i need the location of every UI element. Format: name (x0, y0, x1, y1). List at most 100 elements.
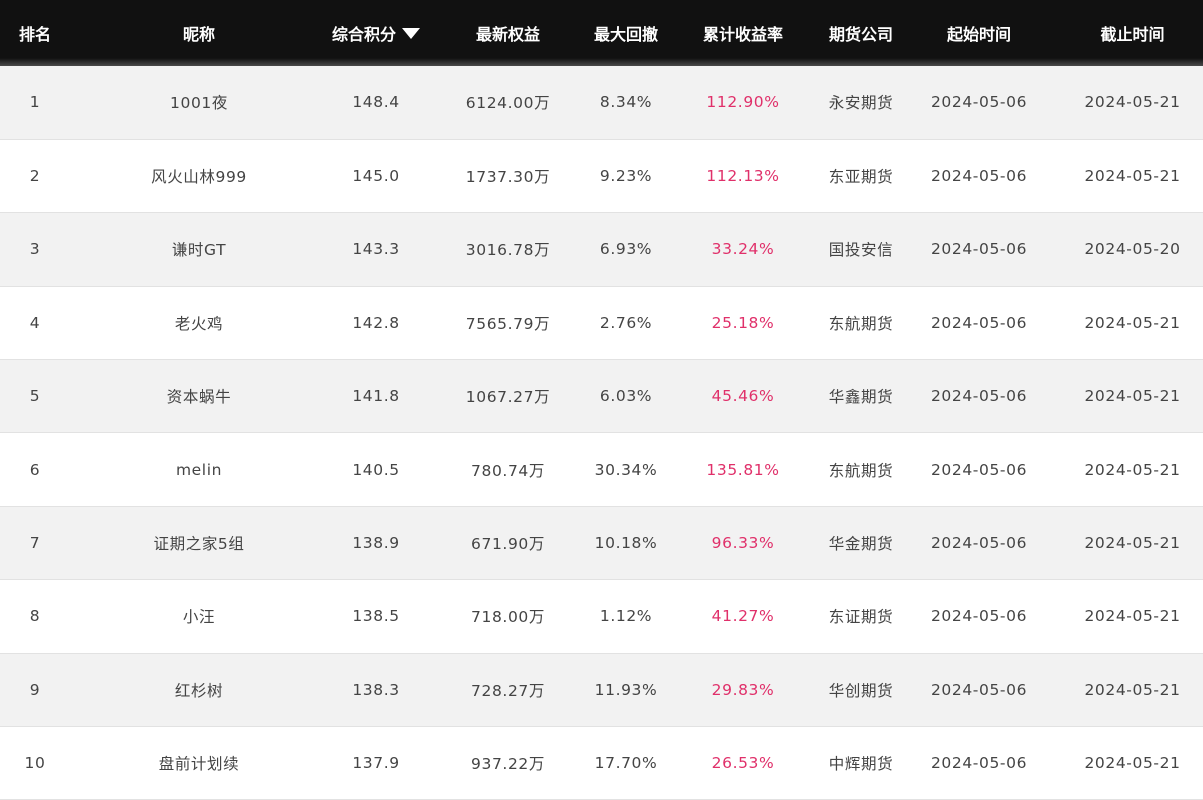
equity-cell: 1737.30万 (465, 168, 551, 187)
broker-cell: 东亚期货 (828, 168, 894, 187)
end-date-cell: 2024-05-21 (1084, 607, 1181, 626)
header-score[interactable]: 综合积分 (328, 0, 424, 66)
drawdown-cell: 8.34% (599, 93, 653, 112)
rank-cell: 4 (29, 313, 41, 332)
end-date-cell: 2024-05-21 (1084, 93, 1181, 112)
table-body: 1 1001夜 148.4 6124.00万 8.34% 112.90% 永安期货 2024-… (0, 66, 1203, 800)
rank-cell: 1 (29, 93, 41, 112)
return-cell: 112.13% (706, 167, 780, 186)
end-date-cell: 2024-05-21 (1084, 313, 1181, 332)
start-date-cell: 2024-05-06 (930, 240, 1028, 259)
nickname-cell[interactable]: 老火鸡 (70, 286, 328, 359)
nickname-cell[interactable]: 小汪 (70, 580, 328, 653)
broker-cell: 华金期货 (828, 535, 894, 554)
rank-cell: 10 (24, 754, 46, 773)
nickname-cell[interactable]: 1001夜 (70, 66, 328, 139)
table-row[interactable]: 2 风火山林999 145.0 1737.30万 9.23% 112.13% 东亚期货 202… (0, 139, 1203, 213)
score-cell: 137.9 (352, 754, 400, 773)
header-return[interactable]: 累计收益率 (660, 0, 826, 66)
table-row[interactable]: 1 1001夜 148.4 6124.00万 8.34% 112.90% 永安期货 2024-… (0, 66, 1203, 140)
end-date-cell: 2024-05-21 (1084, 754, 1181, 773)
header-row: 排名 昵称 综合积分 最新权益 最大回撤 累计收益率 期货公司 起始时间 截止时… (0, 0, 1203, 66)
end-date-cell: 2024-05-21 (1084, 534, 1181, 553)
start-date-cell: 2024-05-06 (930, 387, 1028, 406)
header-equity[interactable]: 最新权益 (424, 0, 592, 66)
drawdown-cell: 11.93% (594, 680, 658, 699)
nickname-cell[interactable]: 红杉树 (70, 653, 328, 726)
rank-cell: 8 (29, 607, 41, 626)
header-end-date[interactable]: 截止时间 (1062, 0, 1203, 66)
table-row[interactable]: 9 红杉树 138.3 728.27万 11.93% 29.83% 华创期货 2024-05-… (0, 653, 1203, 727)
equity-cell: 1067.27万 (465, 388, 551, 407)
ranking-table: 排名 昵称 综合积分 最新权益 最大回撤 累计收益率 期货公司 起始时间 截止时… (0, 0, 1203, 800)
drawdown-cell: 2.76% (599, 313, 653, 332)
rank-cell: 2 (29, 167, 41, 186)
start-date-cell: 2024-05-06 (930, 534, 1028, 553)
return-cell: 26.53% (711, 754, 775, 773)
broker-cell: 华鑫期货 (828, 388, 894, 407)
broker-cell: 国投安信 (828, 241, 894, 260)
table-header: 排名 昵称 综合积分 最新权益 最大回撤 累计收益率 期货公司 起始时间 截止时… (0, 0, 1203, 66)
equity-cell: 780.74万 (471, 461, 545, 480)
sort-descending-icon[interactable] (402, 28, 420, 39)
start-date-cell: 2024-05-06 (930, 607, 1028, 626)
rank-cell: 7 (29, 534, 41, 553)
end-date-cell: 2024-05-21 (1084, 167, 1181, 186)
end-date-cell: 2024-05-21 (1084, 460, 1181, 479)
broker-cell: 中辉期货 (828, 755, 894, 774)
equity-cell: 7565.79万 (465, 314, 551, 333)
header-score-label: 综合积分 (331, 25, 396, 44)
return-cell: 41.27% (711, 607, 775, 626)
return-cell: 45.46% (711, 387, 775, 406)
header-drawdown[interactable]: 最大回撤 (592, 0, 660, 66)
start-date-cell: 2024-05-06 (930, 313, 1028, 332)
nickname-cell[interactable]: 资本蜗牛 (70, 360, 328, 433)
start-date-cell: 2024-05-06 (930, 460, 1028, 479)
drawdown-cell: 6.93% (599, 240, 653, 259)
drawdown-cell: 30.34% (594, 460, 658, 479)
header-start-date[interactable]: 起始时间 (896, 0, 1062, 66)
table-row[interactable]: 8 小汪 138.5 718.00万 1.12% 41.27% 东证期货 2024-05-06… (0, 579, 1203, 654)
nickname-cell[interactable]: 证期之家5组 (70, 506, 328, 579)
score-cell: 142.8 (352, 313, 400, 332)
table-row[interactable]: 3 谦时GT 143.3 3016.78万 6.93% 33.24% 国投安信 2024-05… (0, 212, 1203, 287)
drawdown-cell: 9.23% (599, 167, 653, 186)
nickname-cell[interactable]: 谦时GT (70, 213, 328, 286)
ranking-board: 排名 昵称 综合积分 最新权益 最大回撤 累计收益率 期货公司 起始时间 截止时… (0, 0, 1203, 800)
broker-cell: 华创期货 (828, 681, 894, 700)
start-date-cell: 2024-05-06 (930, 93, 1028, 112)
drawdown-cell: 1.12% (599, 607, 653, 626)
header-nickname[interactable]: 昵称 (70, 0, 328, 66)
broker-cell: 东航期货 (828, 314, 894, 333)
table-row[interactable]: 6 melin 140.5 780.74万 30.34% 135.81% 东航期货 2024-… (0, 432, 1203, 507)
start-date-cell: 2024-05-06 (930, 754, 1028, 773)
equity-cell: 728.27万 (471, 681, 545, 700)
nickname-cell[interactable]: melin (70, 433, 328, 506)
table-row[interactable]: 4 老火鸡 142.8 7565.79万 2.76% 25.18% 东航期货 2024-05-… (0, 286, 1203, 360)
rank-cell: 3 (29, 240, 41, 259)
return-cell: 29.83% (711, 680, 775, 699)
score-cell: 140.5 (352, 460, 400, 479)
equity-cell: 3016.78万 (465, 241, 551, 260)
table-row[interactable]: 7 证期之家5组 138.9 671.90万 10.18% 96.33% 华金期货 2024-… (0, 506, 1203, 580)
equity-cell: 718.00万 (471, 608, 545, 627)
rank-cell: 5 (29, 387, 41, 406)
return-cell: 25.18% (711, 313, 775, 332)
header-broker[interactable]: 期货公司 (826, 0, 896, 66)
drawdown-cell: 10.18% (594, 534, 658, 553)
return-cell: 135.81% (706, 460, 780, 479)
broker-cell: 永安期货 (828, 94, 894, 113)
score-cell: 138.3 (352, 680, 400, 699)
score-cell: 138.9 (352, 534, 400, 553)
rank-cell: 6 (29, 460, 41, 479)
table-row[interactable]: 10 盘前计划续 137.9 937.22万 17.70% 26.53% 中辉期货 2024-… (0, 726, 1203, 800)
end-date-cell: 2024-05-21 (1084, 387, 1181, 406)
start-date-cell: 2024-05-06 (930, 167, 1028, 186)
equity-cell: 937.22万 (471, 755, 545, 774)
header-rank[interactable]: 排名 (0, 0, 70, 66)
nickname-cell[interactable]: 风火山林999 (70, 139, 328, 212)
table-row[interactable]: 5 资本蜗牛 141.8 1067.27万 6.03% 45.46% 华鑫期货 2024-05… (0, 359, 1203, 433)
rank-cell: 9 (29, 680, 41, 699)
nickname-cell[interactable]: 盘前计划续 (70, 727, 328, 800)
equity-cell: 6124.00万 (465, 94, 551, 113)
